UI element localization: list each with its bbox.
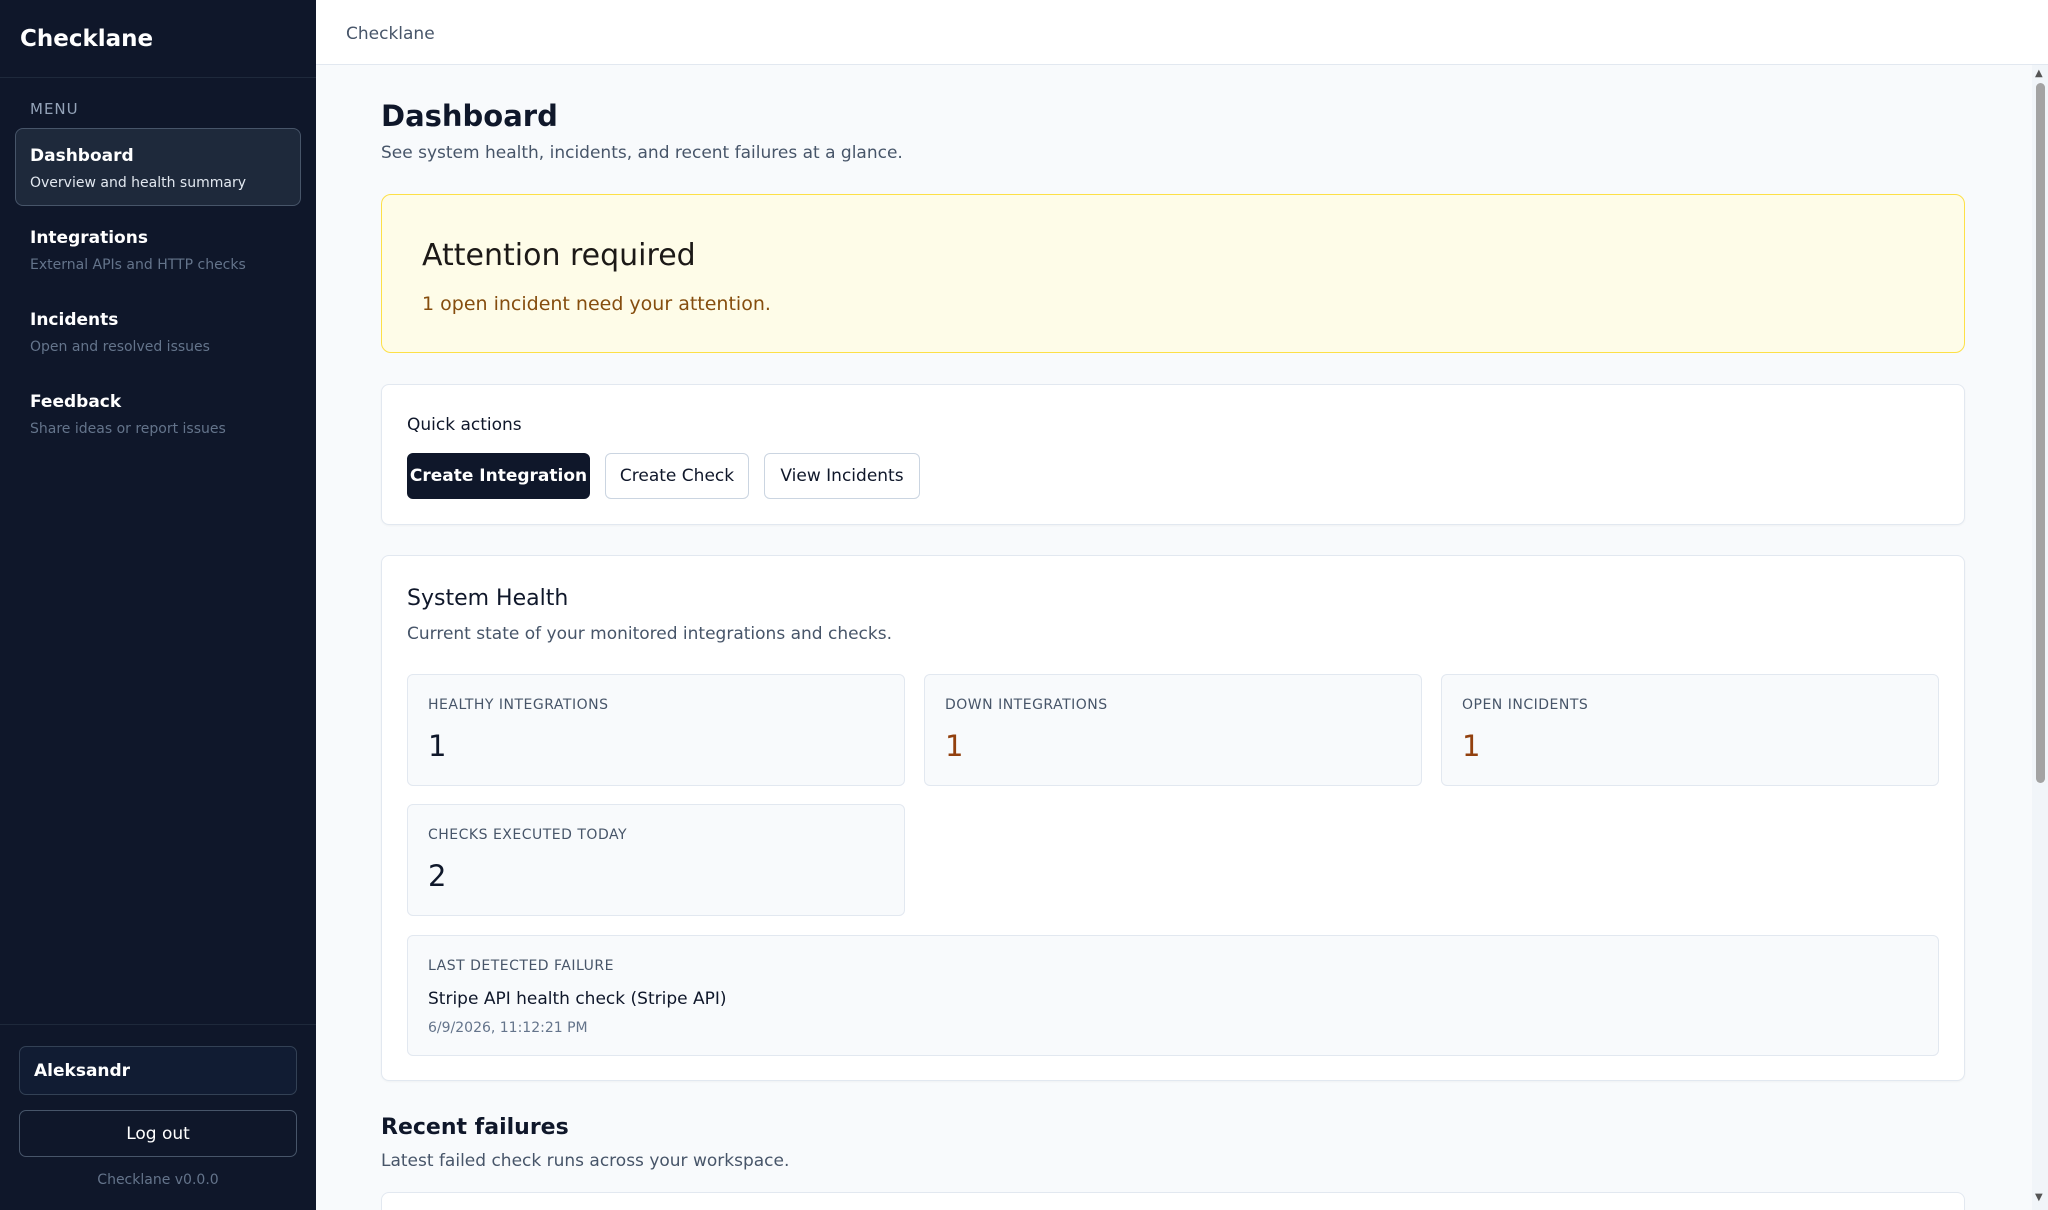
sidebar-item-subtitle: Open and resolved issues — [30, 339, 210, 355]
stat-value: 2 — [428, 859, 447, 893]
stat-value: 1 — [945, 729, 964, 763]
sidebar-item-dashboard[interactable]: Dashboard Overview and health summary — [15, 128, 301, 206]
failure-timestamp: 6/9/2026, 11:12:21 PM — [428, 1020, 588, 1036]
sidebar-item-subtitle: Share ideas or report issues — [30, 421, 226, 437]
sidebar-item-feedback[interactable]: Feedback Share ideas or report issues — [15, 374, 301, 452]
sidebar-item-incidents[interactable]: Incidents Open and resolved issues — [15, 292, 301, 370]
sidebar-item-integrations[interactable]: Integrations External APIs and HTTP chec… — [15, 210, 301, 288]
scroll-up-arrow-icon[interactable]: ▲ — [2035, 69, 2043, 79]
sidebar-item-subtitle: External APIs and HTTP checks — [30, 257, 246, 273]
create-check-button[interactable]: Create Check — [605, 453, 749, 499]
stat-open-incidents: OPEN INCIDENTS 1 — [1441, 674, 1939, 786]
page-title: Dashboard — [381, 99, 558, 133]
system-health-subtitle: Current state of your monitored integrat… — [407, 624, 892, 644]
stat-healthy-integrations: HEALTHY INTEGRATIONS 1 — [407, 674, 905, 786]
sidebar: Checklane MENU Dashboard Overview and he… — [0, 0, 316, 1210]
stat-down-integrations: DOWN INTEGRATIONS 1 — [924, 674, 1422, 786]
scroll-down-arrow-icon[interactable]: ▼ — [2035, 1193, 2043, 1203]
recent-failures-card — [381, 1192, 1965, 1210]
attention-banner: Attention required 1 open incident need … — [381, 194, 1965, 353]
stat-label: HEALTHY INTEGRATIONS — [428, 697, 609, 713]
failure-label: LAST DETECTED FAILURE — [428, 958, 614, 974]
recent-failures-title: Recent failures — [381, 1115, 569, 1140]
main-content: Dashboard See system health, incidents, … — [316, 65, 2032, 1210]
user-name-box[interactable]: Aleksandr — [19, 1046, 297, 1095]
attention-text: 1 open incident need your attention. — [422, 293, 771, 315]
recent-failures-subtitle: Latest failed check runs across your wor… — [381, 1151, 790, 1171]
view-incidents-button[interactable]: View Incidents — [764, 453, 920, 499]
app-version: Checklane v0.0.0 — [97, 1172, 219, 1188]
failure-check-name: Stripe API health check (Stripe API) — [428, 989, 727, 1009]
app-brand: Checklane — [0, 0, 316, 78]
breadcrumb[interactable]: Checklane — [346, 24, 435, 44]
attention-title: Attention required — [422, 238, 696, 273]
sidebar-item-title: Feedback — [30, 392, 122, 412]
sidebar-item-title: Incidents — [30, 310, 119, 330]
sidebar-nav: Dashboard Overview and health summary In… — [15, 128, 301, 456]
topbar: Checklane — [316, 0, 2048, 65]
menu-label: MENU — [30, 100, 79, 118]
stat-value: 1 — [428, 729, 447, 763]
last-detected-failure: LAST DETECTED FAILURE Stripe API health … — [407, 935, 1939, 1056]
sidebar-item-subtitle: Overview and health summary — [30, 175, 246, 191]
sidebar-footer: Aleksandr Log out Checklane v0.0.0 — [0, 1024, 316, 1210]
quick-actions-card: Quick actions Create Integration Create … — [381, 384, 1965, 525]
stat-checks-executed-today: CHECKS EXECUTED TODAY 2 — [407, 804, 905, 916]
stat-value: 1 — [1462, 729, 1481, 763]
logout-button[interactable]: Log out — [19, 1110, 297, 1157]
stat-label: CHECKS EXECUTED TODAY — [428, 827, 628, 843]
create-integration-button[interactable]: Create Integration — [407, 453, 590, 499]
quick-actions-label: Quick actions — [407, 415, 522, 435]
scrollbar-thumb[interactable] — [2036, 83, 2045, 783]
sidebar-item-title: Integrations — [30, 228, 148, 248]
system-health-card: System Health Current state of your moni… — [381, 555, 1965, 1081]
system-health-title: System Health — [407, 586, 569, 611]
main-scrollbar[interactable]: ▲ ▼ — [2032, 65, 2048, 1210]
sidebar-item-title: Dashboard — [30, 146, 134, 166]
stat-label: OPEN INCIDENTS — [1462, 697, 1589, 713]
stat-label: DOWN INTEGRATIONS — [945, 697, 1108, 713]
page-subtitle: See system health, incidents, and recent… — [381, 143, 903, 163]
